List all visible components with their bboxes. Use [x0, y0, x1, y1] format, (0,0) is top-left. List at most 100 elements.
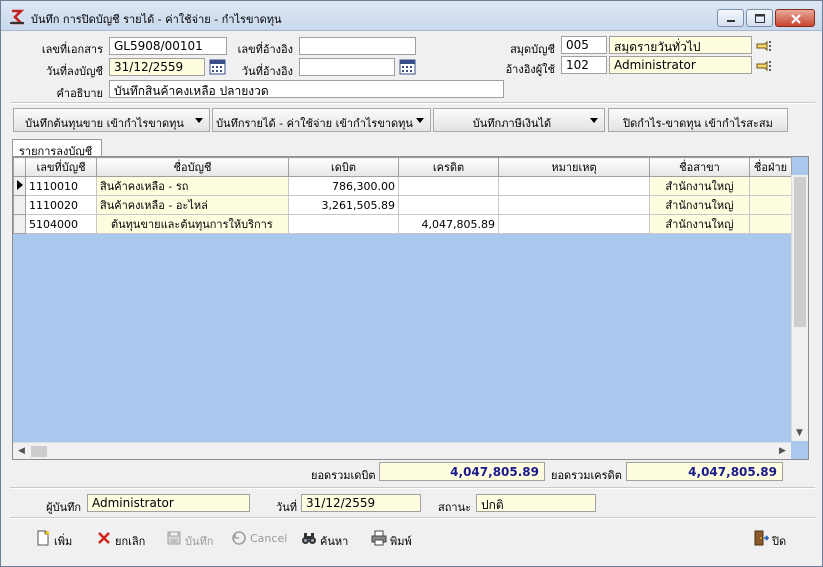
- col-header-note[interactable]: หมายเหตุ: [498, 157, 650, 177]
- col-header-dept[interactable]: ชื่อฝ่าย: [749, 157, 792, 177]
- cell-credit[interactable]: 4,047,805.89: [398, 214, 499, 234]
- cancel-button[interactable]: Cancel: [231, 529, 289, 549]
- exit-door-icon: [754, 530, 769, 546]
- cost-of-sales-button[interactable]: บันทึกต้นทุนขาย เข้ากำไรขาดทุน: [13, 108, 210, 132]
- table-row[interactable]: 1110010 สินค้าคงเหลือ - รถ 786,300.00 สำ…: [13, 176, 792, 196]
- scroll-left-icon[interactable]: ◀: [18, 446, 25, 456]
- ref-no-field[interactable]: [299, 37, 416, 55]
- tab-journal-entries[interactable]: รายการลงบัญชี: [12, 139, 102, 158]
- vertical-scrollbar[interactable]: ▼: [791, 175, 808, 441]
- close-label: ปิด: [772, 535, 787, 548]
- new-document-icon: [37, 530, 50, 546]
- add-label: เพิ่ม: [54, 535, 73, 548]
- app-icon: [10, 9, 25, 25]
- minimize-button[interactable]: [717, 9, 744, 27]
- col-header-credit[interactable]: เครดิต: [398, 157, 499, 177]
- search-label: ค้นหา: [320, 535, 349, 548]
- ref-user-code-field[interactable]: 102: [561, 56, 607, 74]
- cell-account-no[interactable]: 1110020: [25, 195, 97, 215]
- revenue-expense-button[interactable]: บันทึกรายได้ - ค่าใช้จ่าย เข้ากำไรขาดทุน: [212, 108, 431, 132]
- cancel-document-label: ยกเลิก: [115, 535, 146, 548]
- col-header-account-name[interactable]: ชื่อบัญชี: [96, 157, 289, 177]
- close-icon: [791, 14, 801, 24]
- minimize-icon: [727, 20, 735, 22]
- current-row-arrow-icon: [16, 179, 23, 190]
- action-label: ปิดกำไร-ขาดทุน เข้ากำไรสะสม: [623, 117, 773, 130]
- add-button[interactable]: เพิ่ม: [35, 529, 77, 549]
- cell-note[interactable]: [498, 214, 650, 234]
- window-title: บันทึก การปิดบัญชี รายได้ - ค่าใช้จ่าย -…: [31, 13, 282, 26]
- cell-branch: สำนักงานใหญ่: [649, 176, 750, 196]
- calendar-icon[interactable]: [209, 58, 226, 75]
- lookup-icon[interactable]: [756, 39, 772, 53]
- col-header-branch[interactable]: ชื่อสาขา: [649, 157, 750, 177]
- dropdown-arrow-icon: [416, 118, 424, 123]
- row-selector[interactable]: [13, 214, 26, 234]
- total-debit-label: ยอดรวมเดบิต: [311, 469, 376, 482]
- scroll-down-icon[interactable]: ▼: [796, 428, 803, 438]
- total-credit-field: 4,047,805.89: [626, 462, 783, 481]
- ref-user-name-field: Administrator: [609, 56, 752, 74]
- journal-grid: เลขที่บัญชี ชื่อบัญชี เดบิต เครดิต หมายเ…: [12, 156, 809, 460]
- calendar-icon[interactable]: [399, 58, 416, 75]
- total-credit-label: ยอดรวมเครดิต: [551, 469, 622, 482]
- cell-branch: สำนักงานใหญ่: [649, 214, 750, 234]
- vertical-scroll-thumb[interactable]: [794, 177, 806, 327]
- cell-dept: [749, 176, 792, 196]
- close-window-button[interactable]: [775, 9, 815, 27]
- title-bar: บันทึก การปิดบัญชี รายได้ - ค่าใช้จ่าย -…: [1, 1, 822, 31]
- book-name-field: สมุดรายวันทั่วไป: [609, 36, 752, 54]
- ref-user-label: อ้างอิงผู้ใช้: [505, 63, 555, 76]
- lookup-icon[interactable]: [756, 59, 772, 73]
- search-button[interactable]: ค้นหา: [301, 529, 353, 549]
- dropdown-arrow-icon: [590, 118, 598, 123]
- cell-note[interactable]: [498, 195, 650, 215]
- action-label: บันทึกภาษีเงินได้: [472, 117, 552, 130]
- scroll-right-icon[interactable]: ▶: [779, 446, 786, 456]
- cell-dept: [749, 214, 792, 234]
- total-debit-field: 4,047,805.89: [379, 462, 545, 481]
- horizontal-scroll-thumb[interactable]: [31, 446, 47, 457]
- cell-debit[interactable]: 786,300.00: [288, 176, 399, 196]
- post-date-field[interactable]: 31/12/2559: [109, 58, 205, 76]
- maximize-icon: [755, 14, 765, 23]
- doc-no-field[interactable]: GL5908/00101: [109, 37, 227, 55]
- row-selector[interactable]: [13, 176, 26, 196]
- cell-account-no[interactable]: 1110010: [25, 176, 97, 196]
- cancel-label: Cancel: [250, 532, 288, 545]
- recorder-field: Administrator: [87, 494, 250, 512]
- close-button[interactable]: ปิด: [753, 529, 793, 549]
- cell-account-name: ต้นทุนขายและต้นทุนการให้บริการ: [96, 214, 289, 234]
- book-code-field[interactable]: 005: [561, 36, 607, 54]
- action-label: บันทึกรายได้ - ค่าใช้จ่าย เข้ากำไรขาดทุน: [216, 117, 413, 130]
- table-row[interactable]: 1110020 สินค้าคงเหลือ - อะไหล่ 3,261,505…: [13, 195, 792, 215]
- row-selector[interactable]: [13, 195, 26, 215]
- cell-credit[interactable]: [398, 195, 499, 215]
- recorder-label: ผู้บันทึก: [46, 501, 81, 514]
- horizontal-scrollbar[interactable]: ◀ ▶: [13, 442, 791, 459]
- description-field[interactable]: บันทึกสินค้าคงเหลือ ปลายงวด: [109, 80, 504, 98]
- date-field: 31/12/2559: [301, 494, 421, 512]
- undo-icon: [232, 531, 246, 545]
- cell-note[interactable]: [498, 176, 650, 196]
- col-header-debit[interactable]: เดบิต: [288, 157, 399, 177]
- print-button[interactable]: พิมพ์: [371, 529, 421, 549]
- post-date-label: วันที่ลงบัญชี: [46, 65, 103, 78]
- table-row[interactable]: 5104000 ต้นทุนขายและต้นทุนการให้บริการ 4…: [13, 214, 792, 234]
- cell-credit[interactable]: [398, 176, 499, 196]
- divider: [10, 487, 815, 489]
- close-profit-loss-button[interactable]: ปิดกำไร-ขาดทุน เข้ากำไรสะสม: [608, 108, 788, 132]
- col-header-account-no[interactable]: เลขที่บัญชี: [25, 157, 97, 177]
- cell-debit[interactable]: 3,261,505.89: [288, 195, 399, 215]
- income-tax-button[interactable]: บันทึกภาษีเงินได้: [433, 108, 605, 132]
- ref-date-field[interactable]: [299, 58, 395, 76]
- status-field: ปกติ: [476, 494, 596, 512]
- save-button[interactable]: บันทึก: [166, 529, 216, 549]
- main-window: บันทึก การปิดบัญชี รายได้ - ค่าใช้จ่าย -…: [0, 0, 823, 567]
- cell-debit[interactable]: [288, 214, 399, 234]
- cell-branch: สำนักงานใหญ่: [649, 195, 750, 215]
- doc-no-label: เลขที่เอกสาร: [41, 43, 103, 56]
- cancel-document-button[interactable]: ยกเลิก: [96, 529, 151, 549]
- cell-account-no[interactable]: 5104000: [25, 214, 97, 234]
- maximize-button[interactable]: [746, 9, 773, 27]
